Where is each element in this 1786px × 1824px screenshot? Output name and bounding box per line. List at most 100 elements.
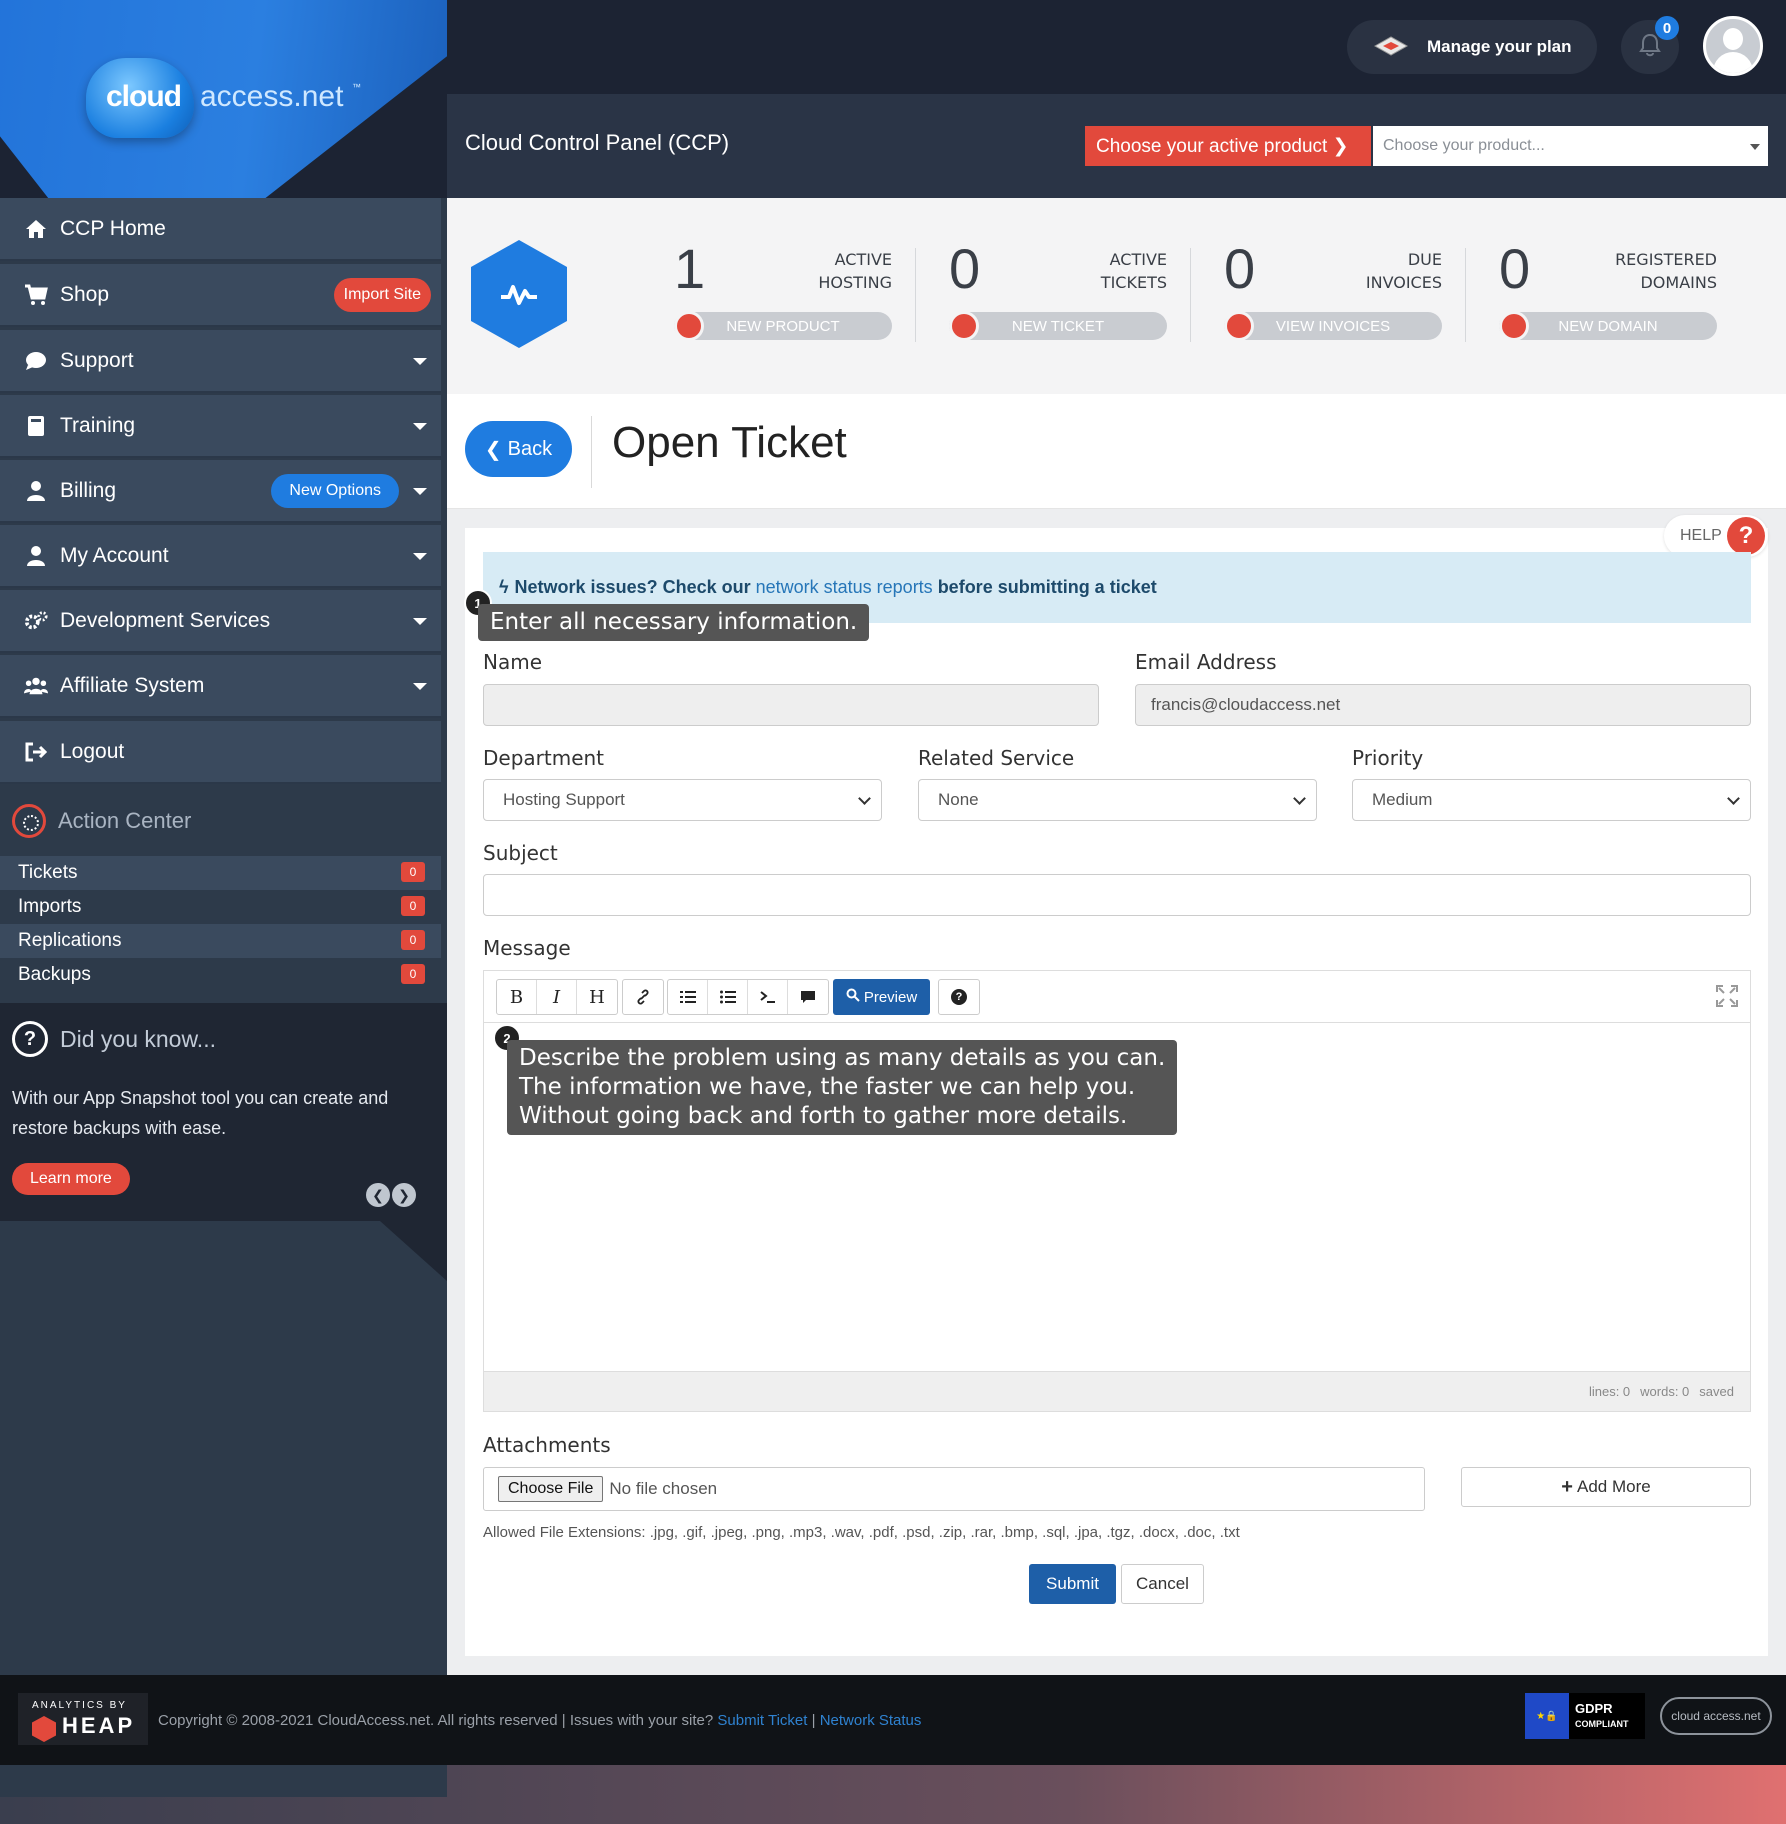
chevron-down-icon [413,423,427,430]
page-header: ❮ Back Open Ticket [447,394,1786,509]
action-row-imports[interactable]: Imports 0 [0,890,441,924]
action-center-header: Action Center [0,786,441,856]
action-row-backups[interactable]: Backups 0 [0,958,441,992]
heading-button[interactable]: H [577,980,617,1014]
lines-count: lines: 0 [1588,1384,1631,1399]
message-label: Message [483,936,571,960]
sidebar: cloud access.net ™ CCP Home Shop Import … [0,0,447,1797]
submit-ticket-link[interactable]: Submit Ticket [717,1712,807,1729]
sidebar-item-shop[interactable]: Shop Import Site [0,264,441,327]
italic-button[interactable]: I [537,980,577,1014]
sidebar-item-logout[interactable]: Logout [0,721,441,784]
alert-prefix: Network issues? Check our [514,577,751,597]
chevron-left-icon[interactable]: ❮ [366,1183,390,1207]
message-editor[interactable]: B I H Preview ? lines: 0 words: 0 saved [483,970,1751,1412]
action-row-label: Backups [18,964,91,985]
saved-status: saved [1699,1384,1734,1399]
learn-more-button[interactable]: Learn more [12,1163,130,1195]
new-options-button[interactable]: New Options [271,474,399,508]
gears-icon [24,609,48,633]
action-row-tickets[interactable]: Tickets 0 [0,856,441,890]
logo-cloud-text: cloud [106,80,182,113]
heap-badge[interactable]: ANALYTICS BY HEAP [18,1693,148,1745]
view-invoices-button[interactable]: VIEW INVOICES [1224,311,1442,341]
sidebar-item-label: Training [60,413,136,437]
user-icon [24,544,48,568]
editor-toolbar: B I H Preview ? [484,971,1750,1023]
search-icon [846,988,860,1006]
notification-count-badge: 0 [1655,16,1679,40]
sidebar-item-affiliate-system[interactable]: Affiliate System [0,655,441,718]
user-icon [24,479,48,503]
subject-input[interactable] [483,874,1751,916]
comment-icon [949,311,979,341]
network-status-footer-link[interactable]: Network Status [820,1712,922,1729]
add-more-button[interactable]: + Add More [1461,1467,1751,1507]
cancel-button[interactable]: Cancel [1121,1564,1204,1604]
editor-help-icon[interactable]: ? [939,980,979,1014]
list-button-group [667,979,829,1015]
sidebar-item-support[interactable]: Support [0,330,441,393]
fullscreen-icon[interactable] [1716,985,1738,1007]
stat-label: DUE INVOICES [1365,250,1442,292]
brand-logo-icon[interactable]: cloud [86,58,194,138]
header-divider [591,416,592,488]
chevron-right-icon[interactable]: ❯ [392,1183,416,1207]
submit-button[interactable]: Submit [1029,1564,1116,1604]
footer: ANALYTICS BY HEAP Copyright © 2008-2021 … [0,1675,1786,1765]
related-service-select[interactable]: None [918,779,1317,821]
tooltip-step-2: Describe the problem using as many detai… [507,1040,1178,1135]
bold-button[interactable]: B [497,980,537,1014]
email-field[interactable]: francis@cloudaccess.net [1135,684,1751,726]
numbered-list-icon[interactable] [668,980,708,1014]
activity-hexagon-icon [471,240,567,348]
help-button[interactable]: HELP ? [1664,515,1768,557]
sidebar-item-training[interactable]: Training [0,395,441,458]
sidebar-item-label: Support [60,348,134,372]
new-domain-button[interactable]: NEW DOMAIN [1499,311,1717,341]
words-count: words: 0 [1640,1384,1690,1399]
sidebar-item-billing[interactable]: Billing New Options [0,460,441,523]
action-row-replications[interactable]: Replications 0 [0,924,441,958]
did-you-know-header: ? Did you know... [12,1021,216,1057]
avatar[interactable] [1703,16,1763,76]
count-badge: 0 [401,930,425,950]
logo-area: cloud access.net ™ [0,0,447,198]
new-ticket-button[interactable]: NEW TICKET [949,311,1167,341]
manage-plan-button[interactable]: Manage your plan [1347,20,1597,74]
plan-card-icon [1373,34,1409,58]
preview-button[interactable]: Preview [833,979,930,1015]
new-product-button[interactable]: NEW PRODUCT [674,311,892,341]
action-row-label: Tickets [18,862,78,883]
did-you-know-text: With our App Snapshot tool you can creat… [12,1088,389,1138]
name-field[interactable] [483,684,1099,726]
import-site-button[interactable]: Import Site [333,278,431,312]
alert-suffix: before submitting a ticket [937,577,1157,597]
file-input[interactable]: Choose File No file chosen [483,1467,1425,1511]
priority-select[interactable]: Medium [1352,779,1751,821]
link-icon[interactable] [623,980,663,1014]
action-row-label: Replications [18,930,122,951]
question-circle-icon: ? [12,1021,48,1057]
product-select[interactable]: Choose your product... [1373,126,1768,166]
sidebar-item-ccp-home[interactable]: CCP Home [0,198,441,261]
quote-icon[interactable] [788,980,828,1014]
sidebar-item-development-services[interactable]: Development Services [0,590,441,653]
bolt-icon: ϟ [499,577,509,597]
subject-label: Subject [483,841,558,865]
name-label: Name [483,650,543,674]
sidebar-item-label: CCP Home [60,216,166,240]
sidebar-item-my-account[interactable]: My Account [0,525,441,588]
department-label: Department [483,746,605,770]
carousel-controls: ❮ ❯ [366,1183,416,1207]
invoice-icon [1224,311,1254,341]
heap-small-text: ANALYTICS BY [32,1700,127,1711]
bullet-list-icon[interactable] [708,980,748,1014]
choose-file-button[interactable]: Choose File [498,1476,604,1502]
department-select[interactable]: Hosting Support [483,779,882,821]
code-icon[interactable] [748,980,788,1014]
network-status-link[interactable]: network status reports [756,577,933,598]
stat-divider [1190,248,1191,342]
footer-logo: cloud access.net [1660,1697,1772,1735]
back-button[interactable]: ❮ Back [465,421,572,477]
